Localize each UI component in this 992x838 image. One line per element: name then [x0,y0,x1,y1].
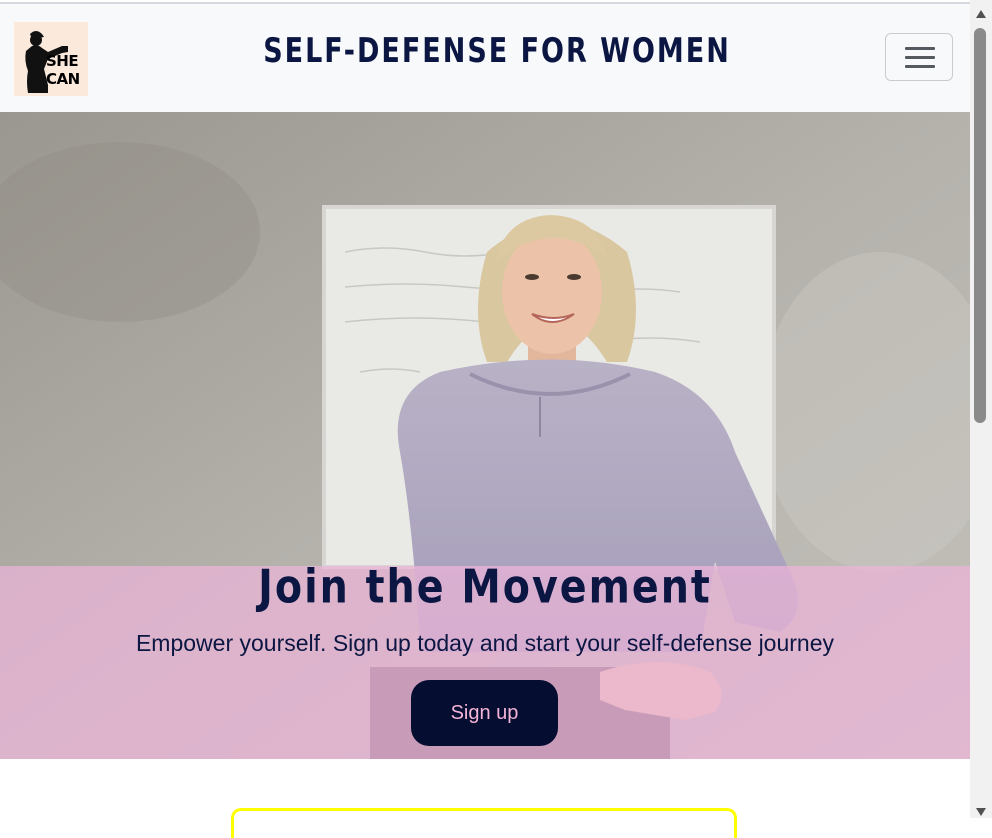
site-title: SELF-DEFENSE FOR WOMEN [263,31,731,72]
hamburger-icon [905,47,935,50]
content-card [231,808,737,838]
scrollbar[interactable] [970,0,992,818]
page: SHE CAN SELF-DEFENSE FOR WOMEN Join the … [0,0,970,838]
scroll-thumb[interactable] [974,28,986,423]
scroll-down-arrow-icon[interactable] [976,808,986,816]
hero-title: Join the Movement [258,560,712,615]
signup-button[interactable]: Sign up [411,680,558,746]
hamburger-icon [905,65,935,68]
logo-line-2: CAN [46,70,80,88]
navbar: SHE CAN SELF-DEFENSE FOR WOMEN [0,4,970,112]
hamburger-icon [905,56,935,59]
hero-section: Join the Movement Empower yourself. Sign… [0,112,970,759]
menu-toggle-button[interactable] [885,33,953,81]
hero-subtitle: Empower yourself. Sign up today and star… [135,630,835,656]
scroll-up-arrow-icon[interactable] [976,10,986,18]
